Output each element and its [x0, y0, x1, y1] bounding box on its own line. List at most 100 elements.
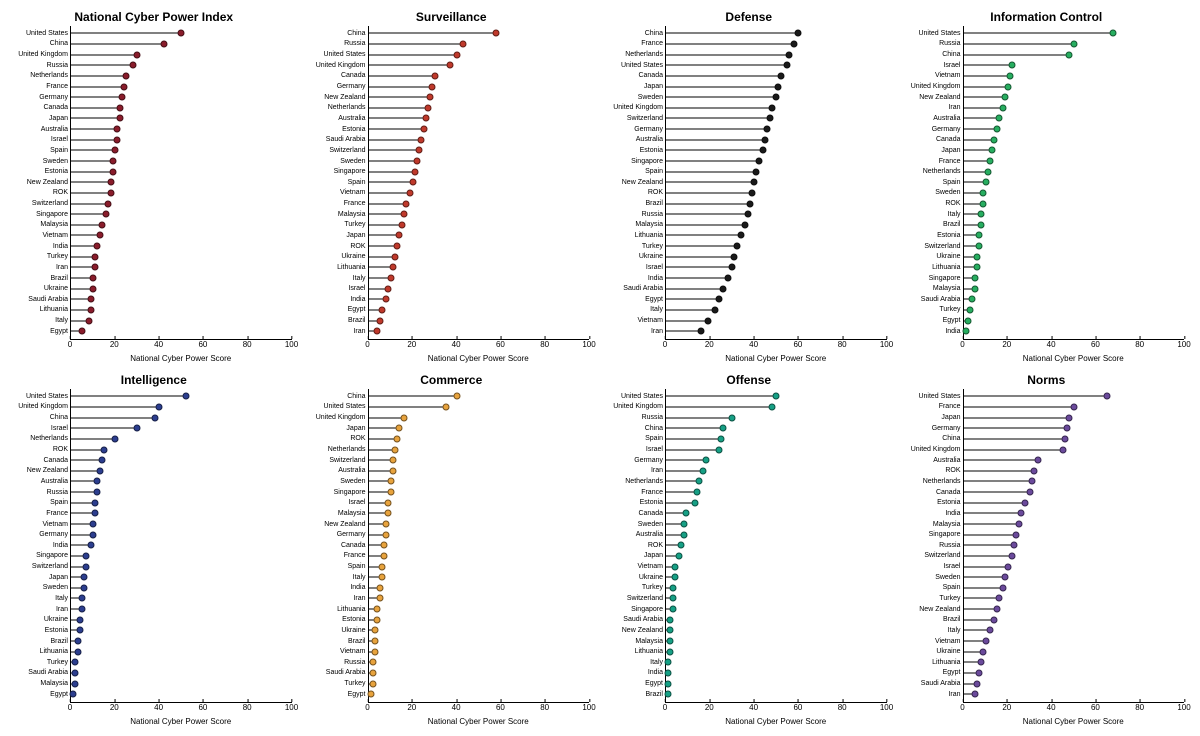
- data-row: China: [666, 424, 887, 433]
- lollipop-dot: [385, 285, 392, 292]
- country-label: France: [46, 83, 71, 90]
- lollipop-stem: [666, 267, 732, 268]
- country-label: Egypt: [645, 680, 666, 687]
- country-label: Spain: [943, 179, 964, 186]
- data-row: Germany: [71, 530, 292, 539]
- data-row: India: [369, 295, 590, 304]
- lollipop-dot: [151, 414, 158, 421]
- data-row: Vietnam: [71, 520, 292, 529]
- lollipop-dot: [667, 627, 674, 634]
- x-tick: 80: [838, 703, 847, 712]
- country-label: ROK: [350, 435, 368, 442]
- data-row: United Kingdom: [964, 82, 1185, 91]
- data-row: Estonia: [964, 231, 1185, 240]
- lollipop-dot: [667, 638, 674, 645]
- data-row: United States: [71, 29, 292, 38]
- lollipop-dot: [1026, 489, 1033, 496]
- country-label: Brazil: [348, 638, 369, 645]
- country-label: Japan: [644, 83, 666, 90]
- data-row: Saudi Arabia: [71, 295, 292, 304]
- country-label: Brazil: [943, 616, 964, 623]
- data-row: Brazil: [666, 199, 887, 208]
- x-tick: 20: [1002, 703, 1011, 712]
- country-label: Vietnam: [935, 638, 964, 645]
- x-tick: 40: [1047, 340, 1056, 349]
- lollipop-dot: [376, 317, 383, 324]
- country-label: Iran: [948, 104, 963, 111]
- lollipop-dot: [387, 489, 394, 496]
- lollipop-dot: [389, 467, 396, 474]
- lollipop-dot: [755, 158, 762, 165]
- country-label: India: [648, 275, 666, 282]
- lollipop-stem: [369, 428, 400, 429]
- lollipop-stem: [666, 246, 737, 247]
- lollipop-dot: [1110, 30, 1117, 37]
- lollipop-stem: [666, 428, 723, 429]
- country-label: Lithuania: [337, 264, 368, 271]
- country-label: Ukraine: [341, 253, 368, 260]
- lollipop-dot: [980, 200, 987, 207]
- data-row: Saudi Arabia: [369, 135, 590, 144]
- lollipop-dot: [751, 179, 758, 186]
- lollipop-dot: [409, 179, 416, 186]
- lollipop-dot: [975, 243, 982, 250]
- country-label: Egypt: [943, 669, 964, 676]
- x-axis: 020406080100: [70, 340, 292, 354]
- lollipop-stem: [964, 587, 1004, 588]
- lollipop-dot: [975, 669, 982, 676]
- lollipop-stem: [666, 118, 770, 119]
- data-row: China: [71, 39, 292, 48]
- data-row: New Zealand: [369, 520, 590, 529]
- country-label: Japan: [941, 414, 963, 421]
- country-label: Israel: [51, 136, 71, 143]
- country-label: China: [347, 30, 368, 37]
- country-label: Germany: [932, 425, 964, 432]
- lollipop-dot: [394, 435, 401, 442]
- country-label: Egypt: [943, 317, 964, 324]
- lollipop-dot: [1015, 521, 1022, 528]
- country-label: Iran: [651, 467, 666, 474]
- country-label: Brazil: [645, 691, 666, 698]
- rows: United StatesRussiaChinaIsraelVietnamUni…: [964, 28, 1185, 337]
- plot-area: ChinaUnited StatesUnited KingdomJapanROK…: [368, 389, 590, 703]
- data-row: Singapore: [71, 551, 292, 560]
- lollipop-dot: [746, 200, 753, 207]
- data-row: Russia: [71, 488, 292, 497]
- data-row: Italy: [964, 210, 1185, 219]
- x-tick: 20: [1002, 340, 1011, 349]
- lollipop-dot: [986, 627, 993, 634]
- data-row: Canada: [666, 509, 887, 518]
- country-label: Germany: [634, 126, 666, 133]
- lollipop-dot: [400, 414, 407, 421]
- lollipop-dot: [665, 680, 672, 687]
- lollipop-dot: [76, 627, 83, 634]
- country-label: Singapore: [929, 275, 964, 282]
- lollipop-dot: [669, 606, 676, 613]
- data-row: Ukraine: [369, 252, 590, 261]
- country-label: Malaysia: [933, 521, 964, 528]
- country-label: New Zealand: [324, 521, 368, 528]
- lollipop-stem: [666, 161, 759, 162]
- country-label: Malaysia: [635, 638, 666, 645]
- country-label: United Kingdom: [316, 414, 369, 421]
- data-row: France: [71, 82, 292, 91]
- data-row: Italy: [666, 305, 887, 314]
- rows: United StatesChinaUnited KingdomRussiaNe…: [71, 28, 292, 337]
- chart-area: United StatesFranceJapanGermanyChinaUnit…: [903, 389, 1191, 726]
- lollipop-dot: [367, 691, 374, 698]
- country-label: Vietnam: [637, 317, 666, 324]
- data-row: Australia: [71, 125, 292, 134]
- lollipop-stem: [666, 139, 765, 140]
- country-label: Vietnam: [935, 72, 964, 79]
- country-label: Switzerland: [32, 200, 71, 207]
- lollipop-dot: [1006, 72, 1013, 79]
- lollipop-dot: [671, 574, 678, 581]
- data-row: Vietnam: [666, 562, 887, 571]
- lollipop-stem: [71, 438, 115, 439]
- lollipop-stem: [666, 256, 734, 257]
- data-row: Russia: [964, 39, 1185, 48]
- data-row: Turkey: [666, 242, 887, 251]
- data-row: Germany: [71, 93, 292, 102]
- data-row: Egypt: [666, 295, 887, 304]
- x-tick: 80: [540, 340, 549, 349]
